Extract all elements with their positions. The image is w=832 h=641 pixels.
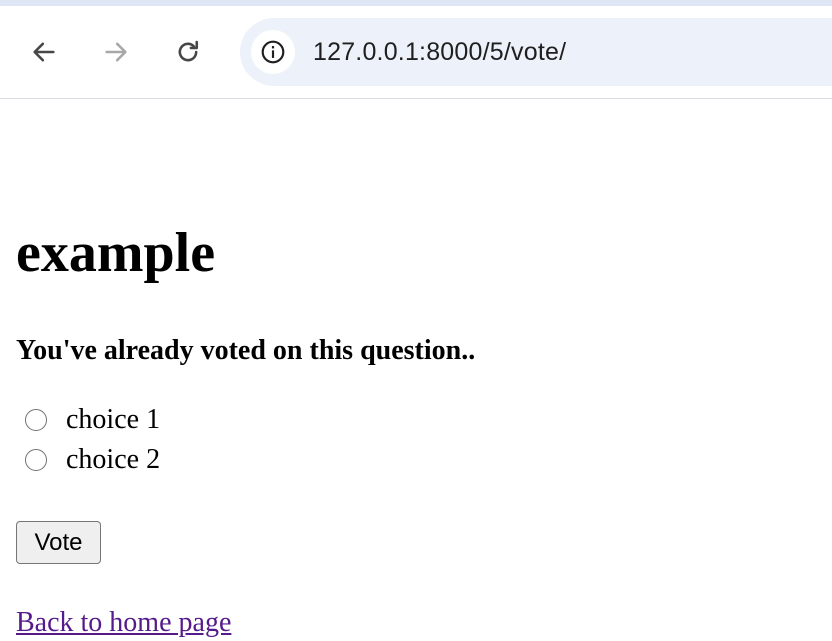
error-message: You've already voted on this question.. — [16, 335, 476, 366]
site-info-button[interactable] — [251, 30, 295, 74]
choice-1-radio[interactable] — [25, 409, 47, 431]
browser-toolbar: 127.0.0.1:8000/5/vote/ — [0, 0, 832, 99]
choice-2-radio[interactable] — [25, 449, 47, 471]
choice-option-2[interactable]: choice 2 — [25, 444, 160, 476]
reload-button[interactable] — [164, 28, 212, 76]
reload-icon — [178, 40, 199, 62]
choice-option-1[interactable]: choice 1 — [25, 404, 160, 436]
back-button[interactable] — [20, 28, 68, 76]
choice-2-label[interactable]: choice 2 — [66, 444, 160, 476]
arrow-right-icon — [105, 42, 127, 62]
arrow-left-icon — [33, 42, 55, 62]
forward-button[interactable] — [92, 28, 140, 76]
info-icon — [261, 40, 285, 64]
tab-strip — [0, 0, 832, 6]
url-text[interactable]: 127.0.0.1:8000/5/vote/ — [313, 38, 566, 67]
page-title: example — [16, 222, 216, 284]
back-to-home-link[interactable]: Back to home page — [16, 605, 231, 641]
address-bar[interactable]: 127.0.0.1:8000/5/vote/ — [240, 18, 832, 86]
choice-1-label[interactable]: choice 1 — [66, 404, 160, 436]
vote-button[interactable]: Vote — [16, 521, 101, 564]
